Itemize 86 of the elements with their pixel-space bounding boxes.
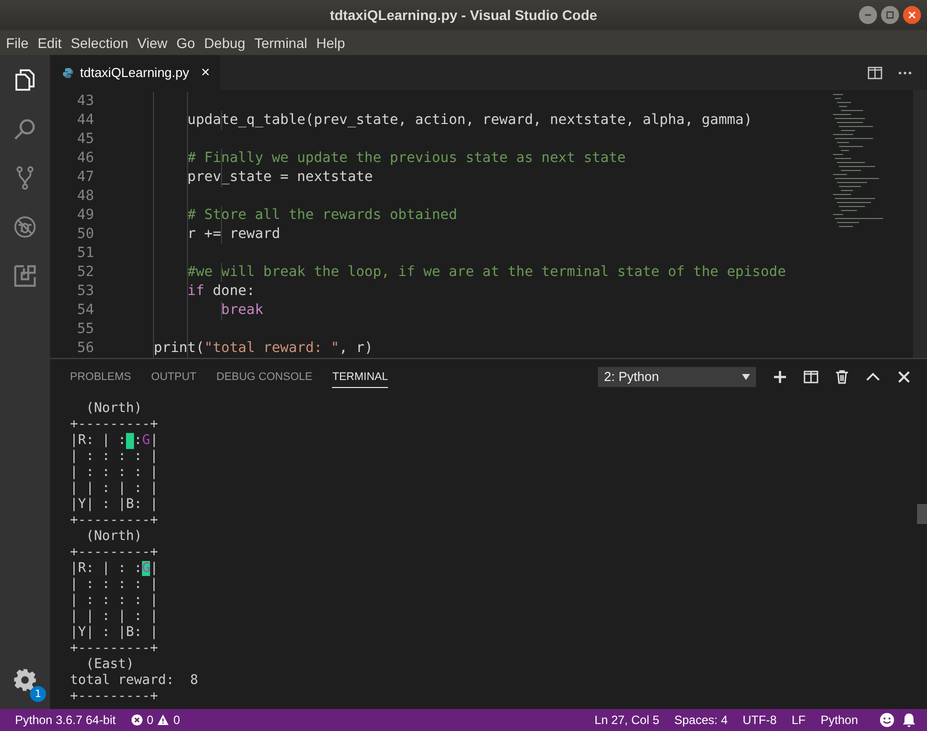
terminal-line: (North) (85, 401, 142, 417)
terminal-line: | : : : : | (70, 449, 158, 465)
warning-count[interactable]: 0 (173, 713, 180, 727)
line-number: 46 (76, 149, 94, 168)
terminal-line: |Y| : |B: | (70, 625, 158, 641)
panel-tab[interactable]: DEBUG CONSOLE (216, 365, 312, 388)
terminal-line: | : : : : | (70, 577, 158, 593)
terminal-line: |Y| : |B: | (70, 497, 158, 513)
menu-item[interactable]: View (137, 34, 168, 50)
scrollbar-thumb[interactable] (917, 504, 927, 524)
line-number: 45 (76, 130, 94, 149)
terminal-line: | : : : : | (70, 465, 158, 481)
panel-tab[interactable]: PROBLEMS (70, 365, 132, 388)
line-number: 53 (76, 282, 94, 301)
caret-icon (742, 374, 750, 380)
minimize-button[interactable] (859, 6, 877, 24)
line-number: 56 (76, 339, 94, 358)
menu-item[interactable]: Go (176, 34, 196, 50)
terminal-line: (North) (85, 529, 142, 545)
panel-tab[interactable]: OUTPUT (151, 365, 196, 388)
code-line: print("total reward: ", r) (152, 339, 373, 358)
smiley-icon[interactable] (879, 712, 895, 728)
interpreter-status[interactable]: Python 3.6.7 64-bit (15, 713, 116, 727)
close-icon (908, 11, 916, 19)
editor-scrollbar[interactable] (913, 90, 927, 358)
line-number: 51 (76, 244, 94, 263)
close-icon[interactable] (896, 368, 912, 384)
line-number: 49 (76, 206, 94, 225)
error-count[interactable]: 0 (146, 713, 154, 727)
terminal-line: (East) (85, 657, 134, 673)
code-line: break (220, 301, 264, 320)
terminal-line: | | : | : | (70, 481, 158, 497)
python-icon (62, 66, 74, 78)
code-line: prev_state = nextstate (186, 168, 373, 187)
menu-item[interactable]: Terminal (254, 34, 308, 50)
window-title: tdtaxiQLearning.py - Visual Studio Code (330, 7, 598, 23)
trash-icon[interactable] (834, 368, 850, 384)
editor-tab[interactable]: tdtaxiQLearning.py × (50, 55, 220, 90)
panel-tab[interactable]: TERMINAL (332, 365, 388, 388)
close-tab-button[interactable]: × (201, 64, 210, 81)
line-number: 54 (76, 301, 94, 320)
line-number: 48 (76, 187, 94, 206)
notification-badge: 1 (30, 686, 46, 702)
code-line: # Finally we update the previous state as next state (186, 149, 626, 168)
settings-icon[interactable] (12, 667, 38, 693)
code-line: #we will break the loop, if we are at the terminal state of the episode (186, 263, 786, 282)
terminal-select[interactable]: 2: Python (598, 366, 756, 386)
menu-item[interactable]: Selection (70, 34, 128, 50)
maximize-button[interactable] (881, 6, 899, 24)
bell-icon[interactable] (901, 712, 917, 728)
terminal-line: |R: | : :G| (70, 561, 158, 577)
error-icon (130, 714, 143, 726)
plus-icon[interactable] (772, 368, 788, 384)
menu-item[interactable]: Help (316, 34, 346, 50)
line-number: 52 (76, 263, 94, 282)
code-line: r += reward (186, 225, 280, 244)
code-line: if done: (186, 282, 255, 301)
code-line: update_q_table(prev_state, action, reward, nextstate, alpha, gamma) (186, 111, 752, 130)
cursor-position[interactable]: Ln 27, Col 5 (594, 713, 660, 727)
maximize-icon (886, 11, 894, 19)
terminal-line: +---------+ (70, 689, 158, 705)
line-number: 44 (76, 111, 94, 130)
terminal-line: +---------+ (70, 641, 158, 657)
menu-item[interactable]: Debug (204, 34, 246, 50)
terminal-line: +---------+ (70, 417, 158, 433)
code-line: # Store all the rewards obtained (186, 206, 458, 225)
split-editor-icon[interactable] (867, 64, 883, 80)
terminal-line: | | : | : | (70, 609, 158, 625)
menu-item[interactable]: File (6, 34, 29, 50)
terminal-line: |R: | : :G| (70, 433, 158, 449)
terminal-line: | : : : : | (70, 593, 158, 609)
line-number: 47 (76, 168, 94, 187)
warning-icon (157, 714, 170, 726)
encoding-status[interactable]: UTF-8 (742, 713, 777, 727)
terminal-line: +---------+ (70, 545, 158, 561)
split-terminal-icon[interactable] (803, 368, 819, 384)
language-status[interactable]: Python (820, 713, 858, 727)
eol-status[interactable]: LF (792, 713, 806, 727)
menu-item[interactable]: Edit (38, 34, 62, 50)
line-number: 50 (76, 225, 94, 244)
terminal-line: +---------+ (70, 513, 158, 529)
close-button[interactable] (903, 6, 921, 24)
indentation-status[interactable]: Spaces: 4 (674, 713, 728, 727)
line-number: 55 (76, 320, 94, 339)
line-number: 43 (76, 92, 94, 111)
terminal-line: total reward: 8 (70, 673, 198, 689)
